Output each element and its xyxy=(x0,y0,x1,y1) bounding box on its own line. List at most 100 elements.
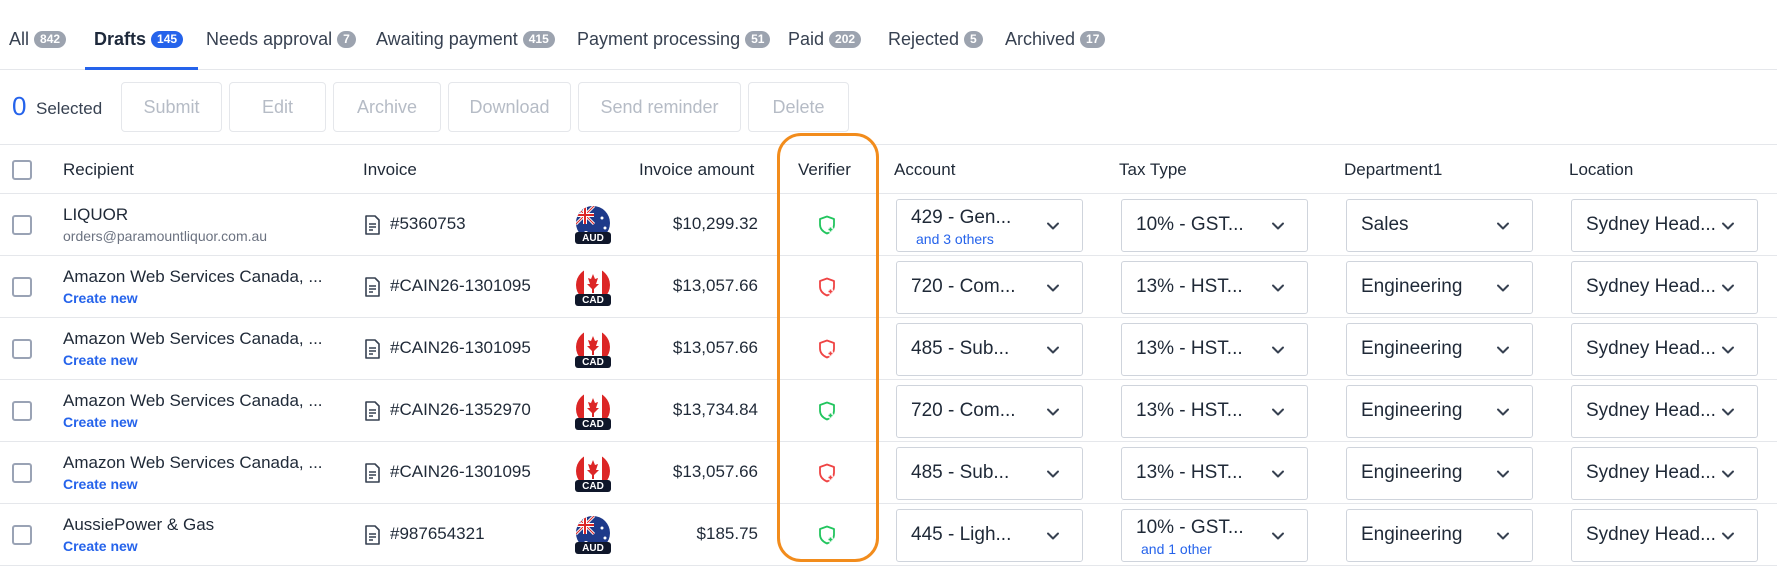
column-header-recipient[interactable]: Recipient xyxy=(63,160,134,180)
tab-label: Needs approval xyxy=(206,29,333,49)
location-dropdown[interactable]: Sydney Head... xyxy=(1571,199,1758,252)
department-dropdown[interactable]: Engineering xyxy=(1346,447,1533,500)
tax-type-dropdown[interactable]: 13% - HST... xyxy=(1121,447,1308,500)
account-value: 485 - Sub... xyxy=(911,462,1010,483)
tab-awaiting-payment[interactable]: Awaiting payment 415 xyxy=(376,28,555,70)
row-checkbox[interactable] xyxy=(12,401,32,421)
download-button[interactable]: Download xyxy=(448,82,571,132)
account-dropdown[interactable]: 720 - Com... xyxy=(896,385,1083,438)
tab-all[interactable]: All 842 xyxy=(9,28,67,70)
shield-icon[interactable] xyxy=(818,215,836,235)
select-all-checkbox[interactable] xyxy=(12,160,32,180)
row-checkbox[interactable] xyxy=(12,339,32,359)
location-dropdown[interactable]: Sydney Head... xyxy=(1571,447,1758,500)
chevron-down-icon xyxy=(1271,219,1285,233)
column-header-department[interactable]: Department1 xyxy=(1344,160,1442,180)
table-row[interactable]: Amazon Web Services Canada, ... Create ne… xyxy=(0,256,1777,318)
create-new-link[interactable]: Create new xyxy=(63,414,138,430)
invoice-number[interactable]: #CAIN26-1301095 xyxy=(390,338,531,358)
tax-type-dropdown[interactable]: 10% - GST... and 1 other xyxy=(1121,509,1308,562)
recipient-name: Amazon Web Services Canada, ... xyxy=(63,267,323,286)
create-new-link[interactable]: Create new xyxy=(63,476,138,492)
account-dropdown[interactable]: 485 - Sub... xyxy=(896,323,1083,376)
department-dropdown[interactable]: Engineering xyxy=(1346,261,1533,314)
tax-type-dropdown[interactable]: 13% - HST... xyxy=(1121,323,1308,376)
department-value: Sales xyxy=(1361,214,1409,235)
column-header-location[interactable]: Location xyxy=(1569,160,1633,180)
account-dropdown[interactable]: 720 - Com... xyxy=(896,261,1083,314)
row-checkbox[interactable] xyxy=(12,525,32,545)
column-header-account[interactable]: Account xyxy=(894,160,955,180)
row-checkbox[interactable] xyxy=(12,463,32,483)
edit-button[interactable]: Edit xyxy=(229,82,326,132)
table-row[interactable]: AussiePower & Gas Create new #987654321 AUD… xyxy=(0,504,1777,566)
account-dropdown[interactable]: 429 - Gen... and 3 others xyxy=(896,199,1083,252)
shield-icon[interactable] xyxy=(818,401,836,421)
tab-archived[interactable]: Archived 17 xyxy=(1005,28,1106,70)
invoice-number[interactable]: #CAIN26-1352970 xyxy=(390,400,531,420)
tab-payment-processing[interactable]: Payment processing 51 xyxy=(577,28,771,70)
row-checkbox[interactable] xyxy=(12,215,32,235)
tax-type-dropdown[interactable]: 13% - HST... xyxy=(1121,385,1308,438)
location-dropdown[interactable]: Sydney Head... xyxy=(1571,323,1758,376)
invoice-number[interactable]: #987654321 xyxy=(390,524,485,544)
send-reminder-button[interactable]: Send reminder xyxy=(578,82,741,132)
shield-icon[interactable] xyxy=(818,277,836,297)
chevron-down-icon xyxy=(1271,281,1285,295)
create-new-link[interactable]: Create new xyxy=(63,290,138,306)
chevron-down-icon xyxy=(1496,529,1510,543)
chevron-down-icon xyxy=(1496,467,1510,481)
department-dropdown[interactable]: Sales xyxy=(1346,199,1533,252)
invoice-number[interactable]: #CAIN26-1301095 xyxy=(390,462,531,482)
account-dropdown[interactable]: 485 - Sub... xyxy=(896,447,1083,500)
create-new-link[interactable]: Create new xyxy=(63,538,138,554)
table-row[interactable]: Amazon Web Services Canada, ... Create ne… xyxy=(0,380,1777,442)
create-new-link[interactable]: Create new xyxy=(63,352,138,368)
row-checkbox[interactable] xyxy=(12,277,32,297)
chevron-down-icon xyxy=(1046,405,1060,419)
location-dropdown[interactable]: Sydney Head... xyxy=(1571,261,1758,314)
shield-icon[interactable] xyxy=(818,463,836,483)
tab-rejected[interactable]: Rejected 5 xyxy=(888,28,983,70)
table-row[interactable]: Amazon Web Services Canada, ... Create ne… xyxy=(0,442,1777,504)
column-header-invoice[interactable]: Invoice xyxy=(363,160,417,180)
tax-type-more-link[interactable]: and 1 other xyxy=(1141,541,1212,557)
account-dropdown[interactable]: 445 - Ligh... xyxy=(896,509,1083,562)
table-row[interactable]: Amazon Web Services Canada, ... Create ne… xyxy=(0,318,1777,380)
shield-icon[interactable] xyxy=(818,525,836,545)
currency-code: AUD xyxy=(582,543,604,554)
chevron-down-icon xyxy=(1046,467,1060,481)
tax-type-dropdown[interactable]: 13% - HST... xyxy=(1121,261,1308,314)
tax-type-dropdown[interactable]: 10% - GST... xyxy=(1121,199,1308,252)
invoice-number[interactable]: #CAIN26-1301095 xyxy=(390,276,531,296)
invoice-amount: $13,057.66 xyxy=(672,338,758,357)
invoice-number[interactable]: #5360753 xyxy=(390,214,466,234)
tab-needs-approval[interactable]: Needs approval 7 xyxy=(206,28,356,70)
delete-button[interactable]: Delete xyxy=(748,82,849,132)
department-dropdown[interactable]: Engineering xyxy=(1346,509,1533,562)
shield-icon[interactable] xyxy=(818,339,836,359)
location-dropdown[interactable]: Sydney Head... xyxy=(1571,509,1758,562)
currency-code: CAD xyxy=(582,357,604,368)
tab-paid[interactable]: Paid 202 xyxy=(788,28,862,70)
table-row[interactable]: LIQUOR orders@paramountliquor.com.au #5360… xyxy=(0,194,1777,256)
tab-drafts[interactable]: Drafts 145 xyxy=(84,28,199,70)
archive-button[interactable]: Archive xyxy=(333,82,441,132)
column-header-verifier[interactable]: Verifier xyxy=(798,160,851,180)
account-more-link[interactable]: and 3 others xyxy=(916,231,994,247)
column-header-invoice-amount[interactable]: Invoice amount xyxy=(639,160,754,180)
submit-button[interactable]: Submit xyxy=(121,82,222,132)
document-icon xyxy=(364,277,380,297)
department-dropdown[interactable]: Engineering xyxy=(1346,385,1533,438)
chevron-down-icon xyxy=(1721,343,1735,357)
department-dropdown[interactable]: Engineering xyxy=(1346,323,1533,376)
chevron-down-icon xyxy=(1271,405,1285,419)
account-value: 429 - Gen... xyxy=(911,207,1012,228)
department-value: Engineering xyxy=(1361,400,1463,421)
chevron-down-icon xyxy=(1046,281,1060,295)
document-icon xyxy=(364,215,380,235)
column-header-tax-type[interactable]: Tax Type xyxy=(1119,160,1187,180)
document-icon xyxy=(364,463,380,483)
chevron-down-icon xyxy=(1496,219,1510,233)
location-dropdown[interactable]: Sydney Head... xyxy=(1571,385,1758,438)
